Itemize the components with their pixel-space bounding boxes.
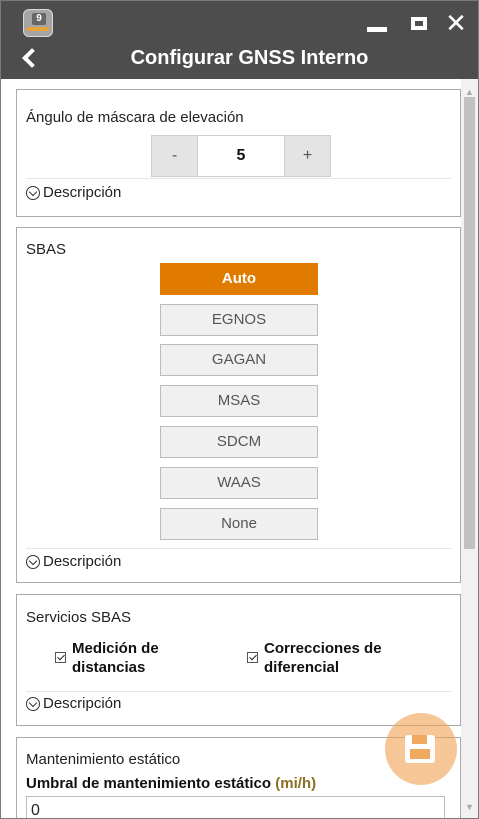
expand-chevron-icon <box>26 185 40 200</box>
elevation-mask-value[interactable]: 5 <box>197 136 285 176</box>
checkbox-checked-icon <box>247 652 258 663</box>
sbas-option-waas[interactable]: WAAS <box>160 467 318 499</box>
maximize-icon[interactable] <box>409 13 431 35</box>
sbas-services-label: Servicios SBAS <box>26 609 132 626</box>
sbas-option-gagan[interactable]: GAGAN <box>160 344 318 376</box>
sbas-description-toggle[interactable]: Descripción <box>26 553 121 570</box>
sbas-option-msas[interactable]: MSAS <box>160 385 318 417</box>
checkbox-checked-icon <box>55 652 66 663</box>
static-hold-label: Mantenimiento estático <box>26 751 181 768</box>
ranging-checkbox[interactable]: Medición de distancias <box>55 639 215 677</box>
sbas-option-none[interactable]: None <box>160 508 318 540</box>
app-window: 9 ✕ Configurar GNSS Interno Ángulo de má… <box>0 0 479 819</box>
vertical-scrollbar[interactable]: ▲ ▼ <box>461 79 478 818</box>
threshold-unit: (mi/h) <box>275 775 317 792</box>
settings-content: Ángulo de máscara de elevación - 5 + Des… <box>1 79 478 818</box>
decrement-button[interactable]: - <box>152 136 197 176</box>
threshold-input[interactable]: 0 <box>26 796 445 818</box>
app-badge: 9 <box>32 13 46 25</box>
increment-button[interactable]: + <box>285 136 330 176</box>
elevation-mask-description-toggle[interactable]: Descripción <box>26 184 121 201</box>
expand-chevron-icon <box>26 554 40 569</box>
sbas-services-card: Servicios SBAS Medición de distancias Co… <box>16 594 461 726</box>
save-icon <box>405 735 435 763</box>
save-button[interactable] <box>385 713 457 785</box>
elevation-mask-label: Ángulo de máscara de elevación <box>26 109 244 126</box>
expand-chevron-icon <box>26 696 40 711</box>
differential-checkbox[interactable]: Correcciones de diferencial <box>247 639 417 677</box>
sbas-option-auto[interactable]: Auto <box>160 263 318 295</box>
elevation-mask-card: Ángulo de máscara de elevación - 5 + Des… <box>16 89 461 217</box>
minimize-icon[interactable] <box>367 13 389 35</box>
app-icon: 9 <box>23 9 53 37</box>
threshold-label: Umbral de mantenimiento estático (mi/h) <box>26 775 317 792</box>
title-bar: 9 ✕ Configurar GNSS Interno <box>1 1 478 79</box>
sbas-label: SBAS <box>26 241 67 258</box>
scroll-down-icon[interactable]: ▼ <box>465 802 474 812</box>
scrollbar-thumb[interactable] <box>464 97 475 549</box>
sbas-option-sdcm[interactable]: SDCM <box>160 426 318 458</box>
close-icon[interactable]: ✕ <box>443 11 469 37</box>
sbas-services-description-toggle[interactable]: Descripción <box>26 695 121 712</box>
page-title: Configurar GNSS Interno <box>130 47 369 69</box>
sbas-option-egnos[interactable]: EGNOS <box>160 304 318 336</box>
elevation-mask-stepper: - 5 + <box>151 135 331 177</box>
scroll-up-icon[interactable]: ▲ <box>465 87 474 97</box>
sbas-card: SBAS Auto EGNOS GAGAN MSAS SDCM WAAS Non… <box>16 227 461 583</box>
